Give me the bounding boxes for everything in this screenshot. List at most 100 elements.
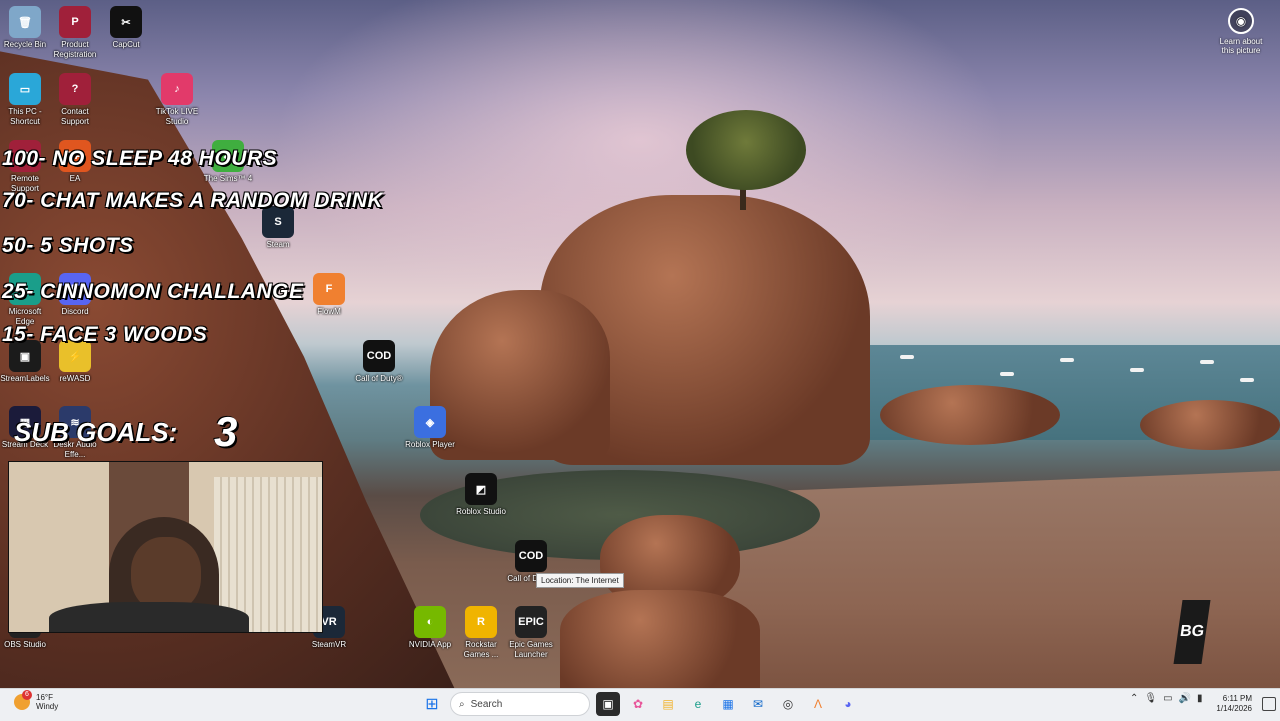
desktop-icon-label: Contact Support (60, 107, 90, 126)
wallpaper-rock (1140, 400, 1280, 450)
sub-goals-count: 3 (214, 408, 238, 455)
desktop-icon-label: CapCut (112, 40, 140, 49)
desktop-icon[interactable]: ♪ TikTok LIVE Studio (152, 73, 202, 127)
desktop-icon-label: StreamLabels (0, 374, 50, 383)
desktop-icon[interactable]: F FlowM (304, 273, 354, 317)
desktop-icon-label: Steam (266, 240, 290, 249)
webcam-overlay (8, 461, 323, 633)
app-icon: COD (363, 340, 395, 372)
wallpaper-boat (1200, 360, 1214, 364)
desktop-icon-label: OBS Studio (4, 640, 46, 649)
copilot-icon[interactable]: ✿ (626, 692, 650, 716)
desktop-icon-label: Discord (61, 307, 89, 316)
wallpaper-boat (1060, 358, 1074, 362)
taskbar-center: ⊞ ⌕ Search ▣ ✿ ▤ e ▦ ✉ ◎ Λ ◕ (420, 692, 860, 716)
desktop-icon-label: EA (69, 174, 81, 183)
wallpaper-rock (430, 290, 610, 460)
desktop-icon-label: Epic Games Launcher (509, 640, 553, 659)
weather-badge: 6 (22, 690, 32, 700)
clock-date: 1/14/2026 (1216, 704, 1252, 713)
chevron-up-icon[interactable]: ⌃ (1130, 693, 1138, 704)
task-view-icon[interactable]: ▣ (596, 692, 620, 716)
wallpaper-rock (560, 590, 760, 688)
app-icon: ◩ (465, 473, 497, 505)
goal-line-3: 50- 5 SHOTS (2, 234, 134, 257)
obs-icon[interactable]: ◎ (776, 692, 800, 716)
weather-widget[interactable]: 6 16°F Windy (14, 690, 59, 711)
app-icon: ▭ (9, 73, 41, 105)
search-box[interactable]: ⌕ Search (450, 692, 590, 716)
clock-time: 6:11 PM (1222, 694, 1252, 703)
wallpaper-boat (1130, 368, 1144, 372)
desktop-icon-label: TikTok LIVE Studio (155, 107, 199, 126)
goal-line-1: 100- NO SLEEP 48 HOURS (2, 147, 278, 170)
search-icon: ⌕ (459, 698, 465, 710)
wallpaper-boat (900, 355, 914, 359)
learn-about-picture-label: Learn about this picture (1219, 37, 1263, 55)
microphone-icon[interactable]: 🎙 (1144, 693, 1157, 704)
desktop-icon-label: Rockstar Games ... (463, 640, 499, 659)
desktop-icon[interactable]: ◐ NVIDIA App (405, 606, 455, 650)
wallpaper-tree (686, 110, 806, 190)
desktop-icon-label: Recycle Bin (3, 40, 47, 49)
file-explorer-icon[interactable]: ▤ (656, 692, 680, 716)
app-icon: ✂ (110, 6, 142, 38)
desktop-icon[interactable]: R Rockstar Games ... (456, 606, 506, 660)
weather-sun-icon: 6 (14, 690, 32, 710)
app-icon: ◐ (414, 606, 446, 638)
desktop-icon[interactable]: ✂ CapCut (101, 6, 151, 50)
learn-about-picture[interactable]: ◉ Learn about this picture (1214, 8, 1268, 55)
desktop-icon-label: Roblox Player (405, 440, 455, 449)
edge-icon[interactable]: e (686, 692, 710, 716)
outlook-icon[interactable]: ✉ (746, 692, 770, 716)
app-icon: F (313, 273, 345, 305)
goal-line-4: 25- CINNOMON CHALLANGE (2, 280, 304, 303)
desktop-icon-label: reWASD (59, 374, 91, 383)
app-icon: EPIC (515, 606, 547, 638)
webcam-face (131, 537, 201, 612)
desktop-icon[interactable]: ? Contact Support (50, 73, 100, 127)
icon-tooltip: Location: The Internet (536, 573, 624, 588)
desktop-icon[interactable]: ▭ This PC - Shortcut (0, 73, 50, 127)
desktop-icon[interactable]: ◩ Roblox Studio (456, 473, 506, 517)
weather-desc: Windy (36, 702, 59, 711)
wallpaper-rock (880, 385, 1060, 445)
desktop-icon-label: Call of Duty® (355, 374, 403, 383)
app-icon: ? (59, 73, 91, 105)
goal-line-2: 70- CHAT MAKES A RANDOM DRINK (2, 189, 384, 212)
sub-goals-label: SUB GOALS: (14, 417, 178, 447)
start-icon[interactable]: ⊞ (420, 692, 444, 716)
app-icon: ◈ (414, 406, 446, 438)
desktop-icon[interactable]: 🗑 Recycle Bin (0, 6, 50, 50)
notification-icon[interactable] (1262, 697, 1276, 711)
desktop-icon-label: Product Registration (53, 40, 97, 59)
webcam-shirt (49, 602, 249, 632)
battery-icon[interactable]: ▮ (1197, 693, 1203, 704)
discord-icon[interactable]: ◕ (836, 692, 860, 716)
app-icon: ♪ (161, 73, 193, 105)
weather-temp: 16°F (36, 693, 53, 702)
flow-icon[interactable]: Λ (806, 692, 830, 716)
desktop-icon-label: NVIDIA App (408, 640, 452, 649)
store-icon[interactable]: ▦ (716, 692, 740, 716)
desktop-icon-label: SteamVR (311, 640, 347, 649)
taskbar: 6 16°F Windy ⊞ ⌕ Search ▣ ✿ ▤ e ▦ ✉ ◎ Λ … (0, 688, 1280, 721)
network-icon[interactable]: ▭ (1163, 693, 1172, 704)
search-placeholder: Search (470, 698, 503, 710)
desktop-icon[interactable]: EPIC Epic Games Launcher (506, 606, 556, 660)
app-icon: 🗑 (9, 6, 41, 38)
volume-icon[interactable]: 🔊 (1179, 693, 1191, 704)
app-icon: P (59, 6, 91, 38)
desktop: 🗑 Recycle Bin P Product Registration ✂ CapCut… (0, 0, 1280, 688)
goal-line-5: 15- FACE 3 WOODS (2, 323, 208, 346)
app-icon: R (465, 606, 497, 638)
desktop-icon[interactable]: ◈ Roblox Player (405, 406, 455, 450)
desktop-icon[interactable]: P Product Registration (50, 6, 100, 60)
desktop-icon-label: FlowM (317, 307, 341, 316)
app-icon: COD (515, 540, 547, 572)
clock[interactable]: 6:11 PM 1/14/2026 (1212, 694, 1252, 714)
desktop-icon-label: Roblox Studio (456, 507, 506, 516)
camera-icon: ◉ (1228, 8, 1254, 34)
desktop-icon[interactable]: COD Call of Duty® (354, 340, 404, 384)
wallpaper-boat (1000, 372, 1014, 376)
